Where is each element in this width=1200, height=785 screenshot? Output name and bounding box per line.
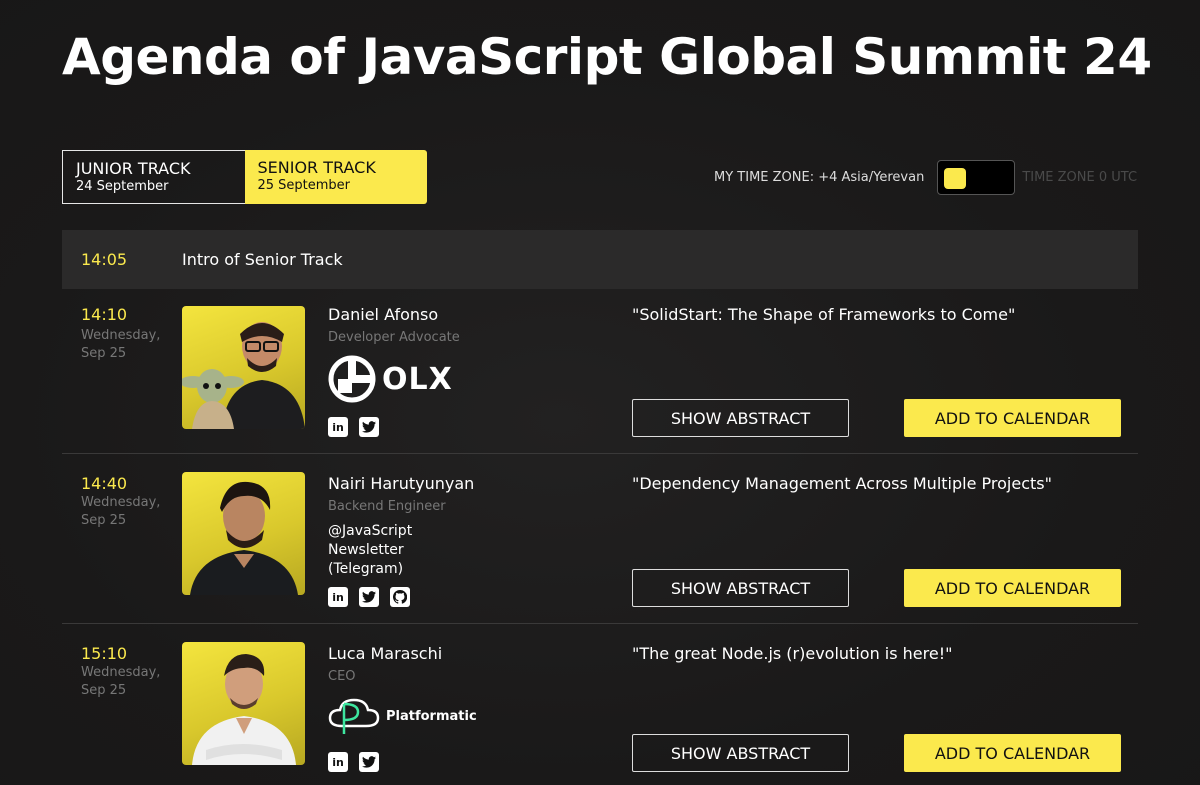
- speaker-name: Daniel Afonso: [328, 305, 439, 324]
- session-date: Sep 25: [81, 346, 127, 361]
- intro-row: 14:05 Intro of Senior Track: [62, 230, 1138, 289]
- platformatic-logo-icon: [328, 698, 380, 734]
- session-time: 14:40: [81, 474, 128, 493]
- session-time: 14:05: [81, 250, 128, 269]
- show-abstract-button[interactable]: SHOW ABSTRACT: [632, 569, 849, 607]
- twitter-icon[interactable]: [359, 587, 379, 607]
- session-date: Sep 25: [81, 513, 127, 528]
- speaker-photo: [182, 306, 305, 429]
- social-links: in: [328, 417, 379, 437]
- session-row: 14:40 Wednesday, Sep 25 Nairi Harutyunya…: [62, 454, 1138, 624]
- linkedin-icon[interactable]: in: [328, 587, 348, 607]
- olx-logo-icon: [328, 355, 376, 403]
- speaker-photo: [182, 472, 305, 595]
- speaker-role: Developer Advocate: [328, 330, 460, 345]
- talk-title: "SolidStart: The Shape of Frameworks to …: [632, 305, 1016, 324]
- timezone-toggle[interactable]: [937, 159, 1016, 195]
- add-to-calendar-button[interactable]: ADD TO CALENDAR: [904, 734, 1121, 772]
- session-date: Sep 25: [81, 683, 127, 698]
- company-line: (Telegram): [328, 561, 404, 577]
- speaker-photo: [182, 642, 305, 765]
- talk-title: "The great Node.js (r)evolution is here!…: [632, 644, 953, 663]
- session-weekday: Wednesday,: [81, 665, 161, 680]
- linkedin-icon[interactable]: in: [328, 752, 348, 772]
- session-row: 14:10 Wednesday, Sep 25 Daniel Afonso De…: [62, 289, 1138, 454]
- company-line: @JavaScript: [328, 523, 413, 539]
- session-row: 15:10 Wednesday, Sep 25 Luca Maraschi CE…: [62, 624, 1138, 785]
- track-date: 24 September: [76, 179, 169, 194]
- my-timezone-label: MY TIME ZONE: +4 Asia/Yerevan: [714, 169, 925, 185]
- company-line: Newsletter: [328, 542, 404, 558]
- company-logo: Platformatic: [328, 696, 477, 736]
- social-links: in: [328, 752, 379, 772]
- utc-timezone-label: TIME ZONE 0 UTC: [1022, 169, 1138, 185]
- speaker-portrait-icon: [182, 322, 305, 429]
- speaker-name: Nairi Harutyunyan: [328, 474, 475, 493]
- agenda-page: Agenda of JavaScript Global Summit 24 JU…: [0, 0, 1200, 785]
- tab-junior-track[interactable]: JUNIOR TRACK 24 September: [62, 150, 245, 204]
- session-day: Wednesday, Sep 25: [81, 664, 171, 700]
- speaker-name: Luca Maraschi: [328, 644, 443, 663]
- company-name: @JavaScript Newsletter (Telegram): [328, 522, 412, 579]
- company-logo-text: OLX: [382, 361, 453, 397]
- track-tabs: JUNIOR TRACK 24 September SENIOR TRACK 2…: [62, 150, 427, 204]
- track-name: SENIOR TRACK: [257, 158, 376, 177]
- linkedin-icon[interactable]: in: [328, 417, 348, 437]
- session-time: 15:10: [81, 644, 128, 663]
- track-name: JUNIOR TRACK: [76, 159, 191, 178]
- speaker-role: CEO: [328, 669, 356, 684]
- track-date: 25 September: [257, 178, 351, 193]
- company-logo-text: Platformatic: [386, 708, 477, 724]
- page-title: Agenda of JavaScript Global Summit 24: [62, 28, 1152, 86]
- company-logo: OLX: [328, 355, 453, 403]
- twitter-icon[interactable]: [359, 752, 379, 772]
- speaker-portrait-icon: [192, 654, 296, 765]
- twitter-icon[interactable]: [359, 417, 379, 437]
- show-abstract-button[interactable]: SHOW ABSTRACT: [632, 399, 849, 437]
- intro-label: Intro of Senior Track: [182, 250, 343, 269]
- toggle-knob: [944, 167, 967, 189]
- speaker-portrait-icon: [190, 481, 298, 595]
- session-weekday: Wednesday,: [81, 328, 161, 343]
- session-time: 14:10: [81, 305, 128, 324]
- speaker-role: Backend Engineer: [328, 499, 446, 514]
- tab-senior-track[interactable]: SENIOR TRACK 25 September: [244, 150, 427, 204]
- show-abstract-button[interactable]: SHOW ABSTRACT: [632, 734, 849, 772]
- talk-title: "Dependency Management Across Multiple P…: [632, 474, 1052, 493]
- social-links: in: [328, 587, 410, 607]
- timezone-switcher: MY TIME ZONE: +4 Asia/Yerevan TIME ZONE …: [714, 159, 1137, 195]
- add-to-calendar-button[interactable]: ADD TO CALENDAR: [904, 399, 1121, 437]
- github-icon[interactable]: [390, 587, 410, 607]
- add-to-calendar-button[interactable]: ADD TO CALENDAR: [904, 569, 1121, 607]
- session-weekday: Wednesday,: [81, 495, 161, 510]
- session-day: Wednesday, Sep 25: [81, 327, 171, 363]
- session-day: Wednesday, Sep 25: [81, 494, 171, 530]
